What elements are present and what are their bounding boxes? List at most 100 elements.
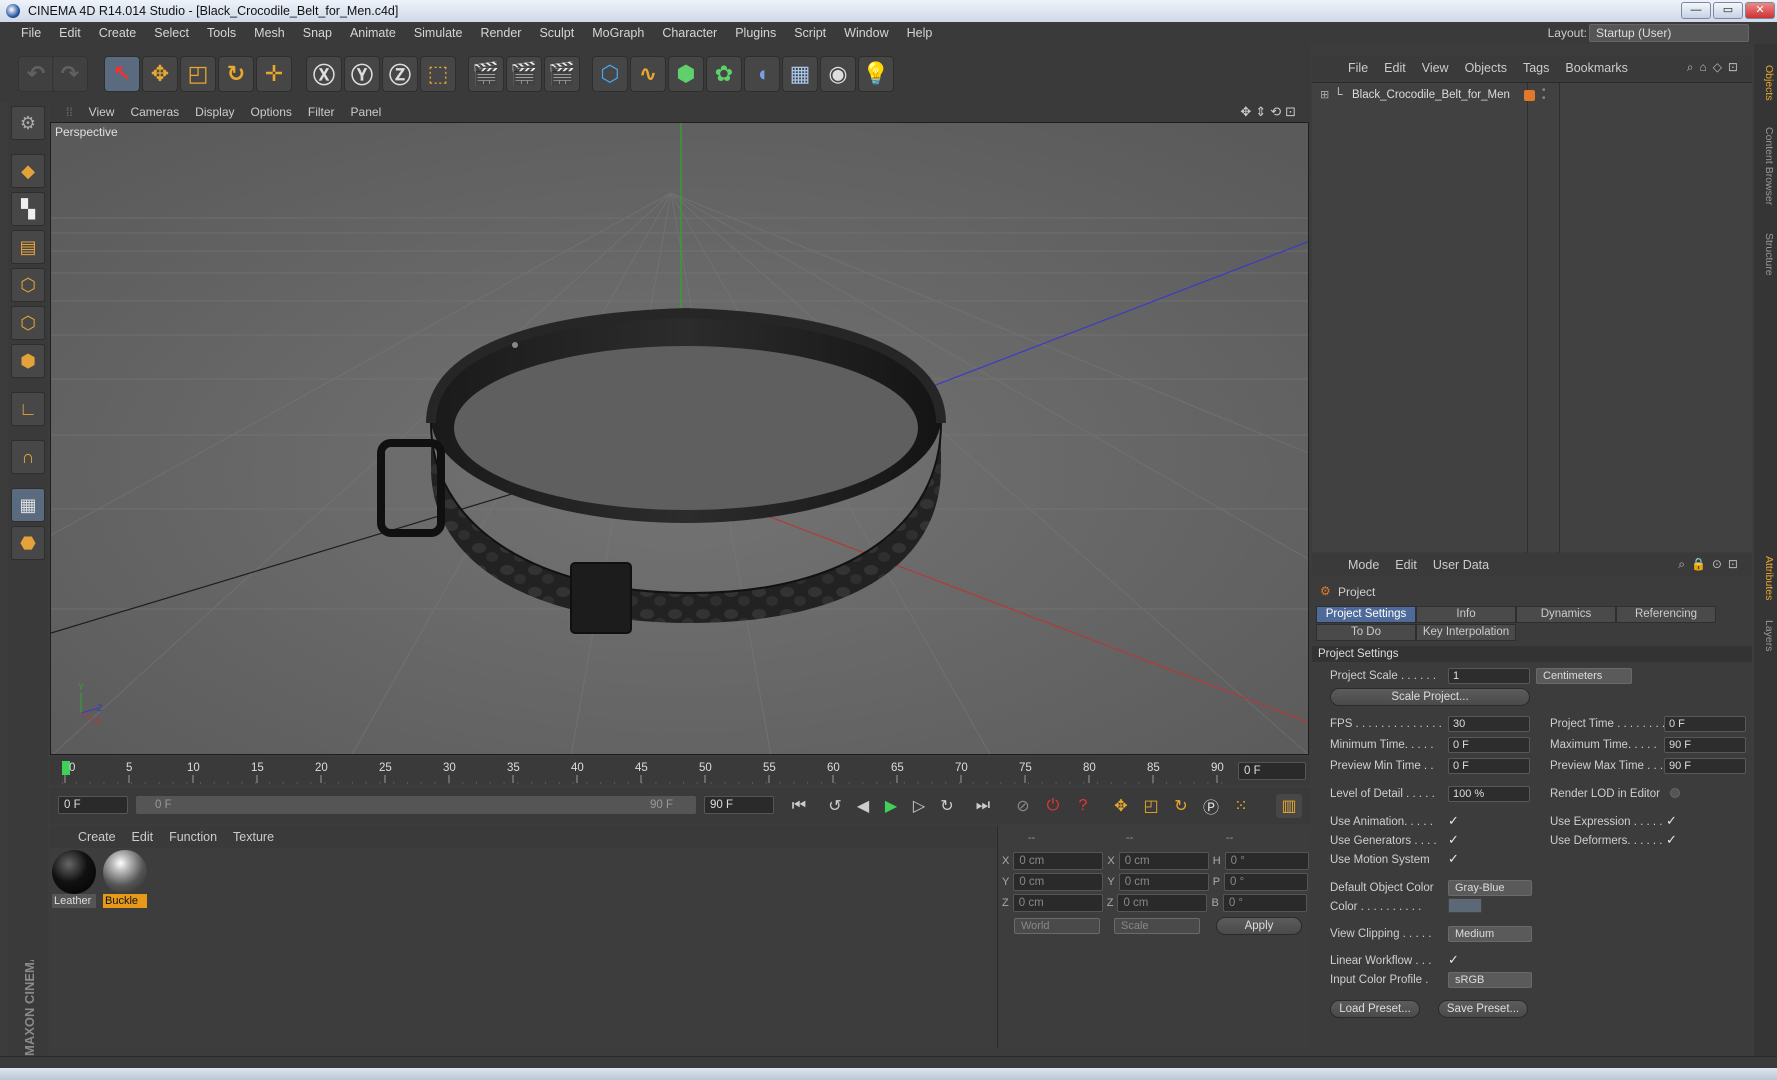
attributes-menu-user-data[interactable]: User Data [1425,558,1497,572]
rotate-tool-button[interactable]: ↻ [218,56,254,92]
material-leather[interactable]: Leather [52,850,96,908]
maximum-time-field[interactable]: 90 F [1664,737,1746,753]
project-scale-unit-dropdown[interactable]: Centimeters [1536,668,1632,684]
add-spline-button[interactable]: ∿ [630,56,666,92]
viewport-menu-display[interactable]: Display [187,105,242,119]
tab-info[interactable]: Info [1416,606,1516,623]
material-tag-icon[interactable] [1524,90,1535,101]
close-button[interactable]: ✕ [1745,2,1775,19]
side-tab-layers[interactable]: Layers [1756,616,1775,656]
add-subdivision-button[interactable]: ⬢ [668,56,704,92]
go-to-start-button[interactable]: ⏮ [786,794,812,818]
move-tool-button[interactable]: ✥ [142,56,178,92]
object-row[interactable]: ⊞ └ Black_Crocodile_Belt_for_Men • • [1312,86,1752,105]
previous-frame-button[interactable]: ◀ [850,794,876,818]
menu-create[interactable]: Create [90,26,146,40]
edges-mode-button[interactable]: ⬡ [11,306,45,340]
objects-menu-file[interactable]: File [1340,61,1376,75]
tab-key-interpolation[interactable]: Key Interpolation [1416,624,1516,641]
render-picture-viewer-button[interactable]: 🎬 [506,56,542,92]
add-deformer-button[interactable]: ◖ [744,56,780,92]
autokey-button[interactable]: ⏻ [1040,794,1066,818]
viewport-menu-panel[interactable]: Panel [343,105,390,119]
timeline-ruler[interactable]: 0 5 10 15 20 25 30 35 40 45 50 55 60 65 … [50,757,1310,785]
input-color-profile-dropdown[interactable]: sRGB [1448,972,1532,988]
use-deformers-checkbox[interactable]: ✓ [1666,832,1677,848]
lock-workplane-button[interactable]: ▦ [11,488,45,522]
objects-menu-view[interactable]: View [1414,61,1457,75]
rotation-p-field[interactable]: 0 ° [1224,873,1309,891]
viewport-menu-options[interactable]: Options [243,105,300,119]
minimize-button[interactable]: — [1681,2,1711,19]
objects-menu-tags[interactable]: Tags [1515,61,1557,75]
add-cube-button[interactable]: ⬡ [592,56,628,92]
add-camera-button[interactable]: ◉ [820,56,856,92]
default-object-color-dropdown[interactable]: Gray-Blue [1448,880,1532,896]
model-mode-button[interactable]: ◆ [11,154,45,188]
tab-referencing[interactable]: Referencing [1616,606,1716,623]
objects-menu-bookmarks[interactable]: Bookmarks [1557,61,1636,75]
side-tab-structure[interactable]: Structure [1756,224,1775,284]
sculpt-button[interactable]: ⬣ [11,526,45,560]
viewport-menu-view[interactable]: View [81,105,123,119]
expand-icon[interactable]: ⊞ [1320,88,1329,101]
attributes-menu-mode[interactable]: Mode [1340,558,1387,572]
position-x-field[interactable]: 0 cm [1013,852,1104,870]
last-tool-button[interactable]: ✛ [256,56,292,92]
preview-max-time-field[interactable]: 90 F [1664,758,1746,774]
project-scale-field[interactable]: 1 [1448,668,1530,684]
side-tab-objects[interactable]: Objects [1756,58,1775,108]
play-button[interactable]: ▶ [878,794,904,818]
save-preset-button[interactable]: Save Preset... [1438,1000,1528,1018]
menu-edit[interactable]: Edit [50,26,90,40]
record-keyframes-button[interactable]: ⊘ [1010,794,1036,818]
x-axis-lock-button[interactable]: Ⓧ [306,56,342,92]
coordinate-space-dropdown[interactable]: World [1014,918,1100,934]
z-axis-lock-button[interactable]: Ⓩ [382,56,418,92]
position-y-field[interactable]: 0 cm [1013,873,1104,891]
object-name[interactable]: Black_Crocodile_Belt_for_Men [1352,89,1510,101]
viewport-menu-filter[interactable]: Filter [300,105,343,119]
menu-select[interactable]: Select [145,26,198,40]
objects-menu-edit[interactable]: Edit [1376,61,1414,75]
load-preset-button[interactable]: Load Preset... [1330,1000,1420,1018]
key-parameter-button[interactable]: Ⓟ [1198,794,1224,818]
add-array-button[interactable]: ✿ [706,56,742,92]
attributes-menu-edit[interactable]: Edit [1387,558,1425,572]
material-buckle[interactable]: Buckle [103,850,147,908]
tab-dynamics[interactable]: Dynamics [1516,606,1616,623]
preview-min-time-field[interactable]: 0 F [1448,758,1530,774]
viewport-menu-cameras[interactable]: Cameras [122,105,187,119]
visibility-dots-icon[interactable]: • • [1542,86,1546,104]
size-mode-dropdown[interactable]: Scale [1114,918,1200,934]
key-scale-button[interactable]: ◰ [1138,794,1164,818]
timeline-window-button[interactable]: ▥ [1276,794,1302,818]
rotation-b-field[interactable]: 0 ° [1222,894,1307,912]
make-editable-button[interactable]: ⚙ [11,106,45,140]
live-selection-button[interactable]: ↖ [104,56,140,92]
objects-menu-objects[interactable]: Objects [1457,61,1515,75]
menu-animate[interactable]: Animate [341,26,405,40]
menu-character[interactable]: Character [653,26,726,40]
snap-button[interactable]: ∩ [11,440,45,474]
menu-snap[interactable]: Snap [294,26,341,40]
previous-key-button[interactable]: ↺ [822,794,848,818]
maximize-button[interactable]: ▭ [1713,2,1743,19]
scale-project-button[interactable]: Scale Project... [1330,688,1530,706]
side-tab-content-browser[interactable]: Content Browser [1756,116,1775,216]
tab-project-settings[interactable]: Project Settings [1316,606,1416,623]
next-frame-button[interactable]: ▷ [906,794,932,818]
redo-button[interactable]: ↷ [52,56,88,92]
use-animation-checkbox[interactable]: ✓ [1448,813,1459,829]
menu-tools[interactable]: Tools [198,26,245,40]
workplane-mode-button[interactable]: ▤ [11,230,45,264]
menu-file[interactable]: File [12,26,50,40]
end-frame-field[interactable]: 90 F [704,796,774,814]
use-generators-checkbox[interactable]: ✓ [1448,832,1459,848]
apply-button[interactable]: Apply [1216,917,1302,935]
material-menu-function[interactable]: Function [161,830,225,844]
use-expression-checkbox[interactable]: ✓ [1666,813,1677,829]
side-tab-attributes[interactable]: Attributes [1756,548,1775,608]
menu-simulate[interactable]: Simulate [405,26,472,40]
size-y-field[interactable]: 0 cm [1118,873,1209,891]
